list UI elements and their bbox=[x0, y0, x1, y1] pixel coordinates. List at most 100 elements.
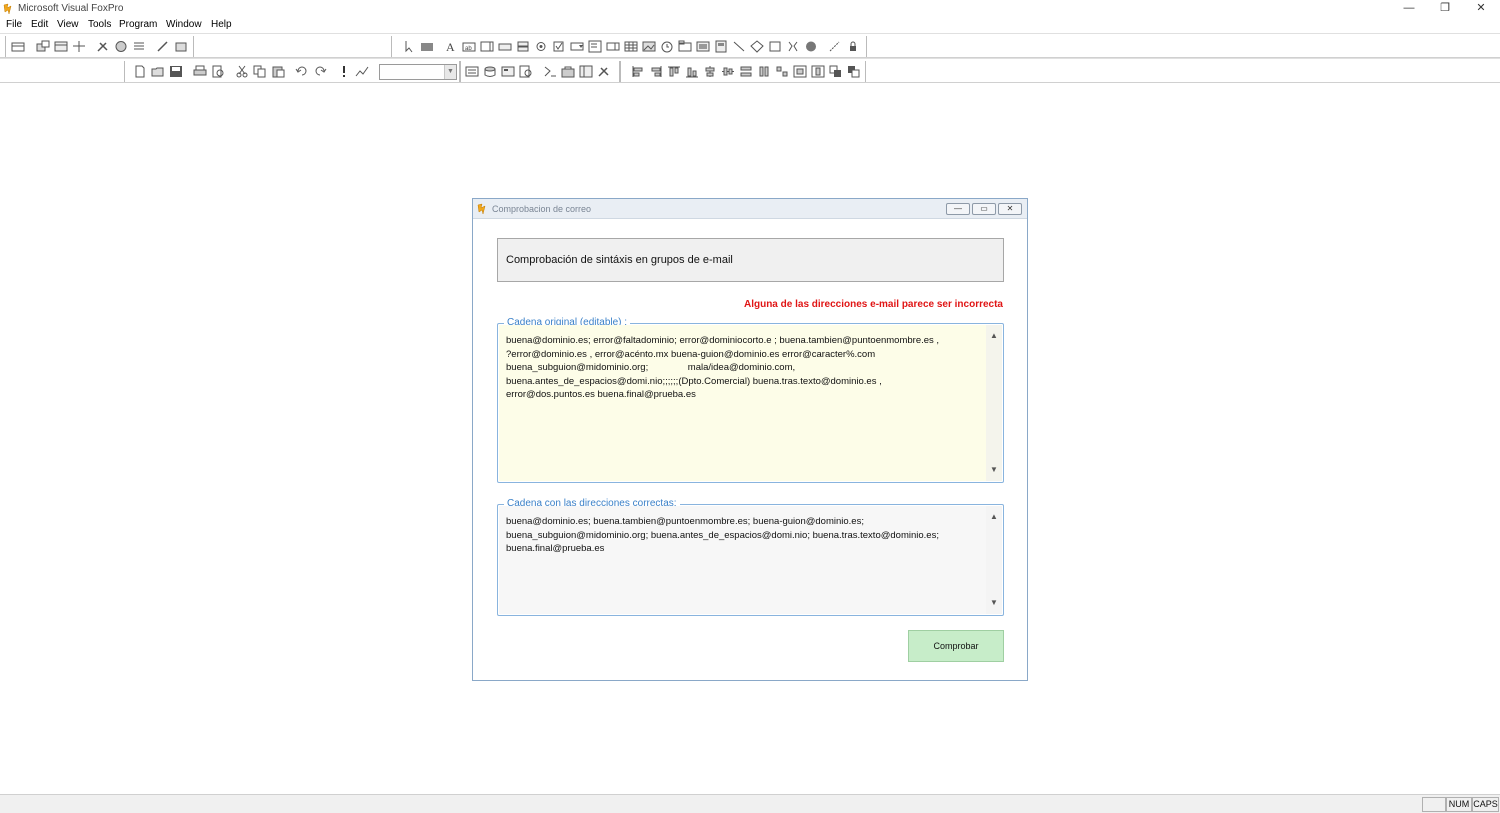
print-icon[interactable] bbox=[193, 65, 207, 78]
align-horizontal-center-icon[interactable] bbox=[721, 65, 735, 78]
lock-icon[interactable] bbox=[846, 40, 860, 53]
status-bar: NUM CAPS bbox=[0, 794, 1500, 813]
form-layout-icon[interactable] bbox=[11, 40, 25, 53]
command-button-icon[interactable] bbox=[498, 40, 512, 53]
center-vertically-icon[interactable] bbox=[811, 65, 825, 78]
minimize-button[interactable]: — bbox=[1392, 0, 1426, 18]
bring-to-front-icon[interactable] bbox=[829, 65, 843, 78]
scroll-up-icon[interactable]: ▲ bbox=[986, 510, 1002, 524]
dialog-maximize-button[interactable]: ▭ bbox=[972, 203, 996, 215]
align-left-icon[interactable] bbox=[631, 65, 645, 78]
dialog-close-button[interactable]: ✕ bbox=[998, 203, 1022, 215]
original-string-editbox[interactable]: buena@dominio.es; error@faltadominio; er… bbox=[499, 325, 1002, 481]
menu-help[interactable]: Help bbox=[211, 19, 232, 30]
check-button[interactable]: Comprobar bbox=[908, 630, 1004, 662]
menu-window[interactable]: Window bbox=[166, 19, 202, 30]
chevron-down-icon[interactable]: ▼ bbox=[444, 65, 456, 79]
properties-window-icon[interactable] bbox=[501, 65, 515, 78]
run-icon[interactable] bbox=[337, 65, 351, 78]
dialog-minimize-button[interactable]: — bbox=[946, 203, 970, 215]
redo-icon[interactable] bbox=[313, 65, 327, 78]
print-preview-icon[interactable] bbox=[211, 65, 225, 78]
scroll-down-icon[interactable]: ▼ bbox=[986, 463, 1002, 477]
oleboundcontrol-icon[interactable] bbox=[714, 40, 728, 53]
label-icon[interactable]: A bbox=[444, 40, 458, 53]
new-file-icon[interactable] bbox=[133, 65, 147, 78]
original-scrollbar[interactable]: ▲ ▼ bbox=[986, 325, 1002, 481]
same-height-icon[interactable] bbox=[757, 65, 771, 78]
autoformat-icon[interactable] bbox=[174, 40, 188, 53]
foxpro-logo-icon bbox=[477, 203, 486, 215]
move-icon[interactable] bbox=[72, 40, 86, 53]
view-classes-icon[interactable] bbox=[420, 40, 434, 53]
separator-icon[interactable] bbox=[786, 40, 800, 53]
same-width-icon[interactable] bbox=[739, 65, 753, 78]
code-references-icon[interactable] bbox=[543, 65, 557, 78]
align-top-icon[interactable] bbox=[667, 65, 681, 78]
same-size-icon[interactable] bbox=[775, 65, 789, 78]
hyperlink-icon[interactable] bbox=[804, 40, 818, 53]
command-group-icon[interactable] bbox=[516, 40, 530, 53]
menu-tools[interactable]: Tools bbox=[88, 19, 111, 30]
scroll-down-icon[interactable]: ▼ bbox=[986, 596, 1002, 610]
database-combo[interactable]: ▼ bbox=[379, 64, 457, 80]
menu-edit[interactable]: Edit bbox=[31, 19, 48, 30]
data-session-icon[interactable] bbox=[483, 65, 497, 78]
task-pane-icon[interactable] bbox=[579, 65, 593, 78]
editbox-icon[interactable] bbox=[480, 40, 494, 53]
combobox-icon[interactable] bbox=[570, 40, 584, 53]
menu-program[interactable]: Program bbox=[119, 19, 157, 30]
open-folder-icon[interactable] bbox=[151, 65, 165, 78]
restore-button[interactable]: ❐ bbox=[1428, 0, 1462, 18]
send-to-back-icon[interactable] bbox=[847, 65, 861, 78]
textbox-icon[interactable]: ab bbox=[462, 40, 476, 53]
copy-icon[interactable] bbox=[253, 65, 267, 78]
toolbar-group-1 bbox=[5, 36, 194, 57]
command-window-icon[interactable] bbox=[465, 65, 479, 78]
object-browser-icon[interactable] bbox=[519, 65, 533, 78]
spinner-icon[interactable] bbox=[606, 40, 620, 53]
option-group-icon[interactable] bbox=[534, 40, 548, 53]
status-caps: CAPS bbox=[1472, 797, 1499, 812]
toolbar-row-2: ▼ bbox=[0, 58, 1500, 83]
olecontrol-icon[interactable] bbox=[696, 40, 710, 53]
save-icon[interactable] bbox=[169, 65, 183, 78]
shape-icon[interactable] bbox=[750, 40, 764, 53]
toolbox-icon[interactable] bbox=[561, 65, 575, 78]
list-icon[interactable] bbox=[132, 40, 146, 53]
pointer-icon[interactable] bbox=[402, 40, 416, 53]
cut-icon[interactable] bbox=[235, 65, 249, 78]
builder-icon[interactable] bbox=[156, 40, 170, 53]
paste-icon[interactable] bbox=[271, 65, 285, 78]
dialog-titlebar[interactable]: Comprobacion de correo — ▭ ✕ bbox=[473, 199, 1027, 219]
globe-icon[interactable] bbox=[114, 40, 128, 53]
align-right-icon[interactable] bbox=[649, 65, 663, 78]
listbox-icon[interactable] bbox=[588, 40, 602, 53]
close-button[interactable]: ✕ bbox=[1464, 0, 1498, 18]
form-wizard-icon[interactable] bbox=[36, 40, 50, 53]
line-icon[interactable] bbox=[732, 40, 746, 53]
container-icon[interactable] bbox=[768, 40, 782, 53]
timer-icon[interactable] bbox=[660, 40, 674, 53]
grid-icon[interactable] bbox=[624, 40, 638, 53]
image-icon[interactable] bbox=[642, 40, 656, 53]
undo-icon[interactable] bbox=[295, 65, 309, 78]
debugger-icon[interactable] bbox=[597, 65, 611, 78]
modify-form-icon[interactable] bbox=[355, 65, 369, 78]
toolbar-group-standard: ▼ bbox=[124, 61, 460, 82]
tools-icon[interactable] bbox=[96, 40, 110, 53]
menu-view[interactable]: View bbox=[57, 19, 79, 30]
correct-string-editbox[interactable]: buena@dominio.es; buena.tambien@puntoenm… bbox=[499, 506, 1002, 614]
table-wizard-icon[interactable] bbox=[54, 40, 68, 53]
correct-scrollbar[interactable]: ▲ ▼ bbox=[986, 506, 1002, 614]
status-num: NUM bbox=[1446, 797, 1472, 812]
align-bottom-icon[interactable] bbox=[685, 65, 699, 78]
builder-lock-icon[interactable] bbox=[828, 40, 842, 53]
center-horizontally-icon[interactable] bbox=[793, 65, 807, 78]
align-vertical-center-icon[interactable] bbox=[703, 65, 717, 78]
scroll-up-icon[interactable]: ▲ bbox=[986, 329, 1002, 343]
menu-file[interactable]: File bbox=[6, 19, 22, 30]
toolbar-group-layout bbox=[620, 61, 866, 82]
checkbox-icon[interactable] bbox=[552, 40, 566, 53]
pageframe-icon[interactable] bbox=[678, 40, 692, 53]
